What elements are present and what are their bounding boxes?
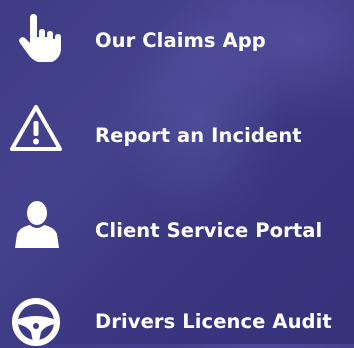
menu-item-client-service-portal[interactable]: Client Service Portal [0,194,354,254]
quick-links-menu: Our Claims App Report an Incident Client… [0,0,354,346]
menu-item-drivers-licence-audit[interactable]: Drivers Licence Audit [0,288,354,348]
steering-wheel-icon [8,290,64,346]
warning-triangle-icon [8,102,64,158]
menu-item-label: Client Service Portal [95,219,323,242]
hand-pointer-icon [8,10,64,66]
menu-item-label: Drivers Licence Audit [95,310,332,333]
user-icon [8,196,64,252]
menu-item-label: Report an Incident [95,124,302,147]
menu-item-report-an-incident[interactable]: Report an Incident [0,100,354,160]
menu-item-our-claims-app[interactable]: Our Claims App [0,10,354,70]
menu-item-label: Our Claims App [95,29,266,52]
